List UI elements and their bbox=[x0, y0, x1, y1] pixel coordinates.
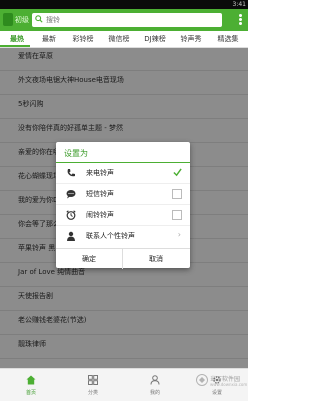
status-time: 3:41 bbox=[232, 1, 246, 8]
nav-category[interactable]: 分类 bbox=[62, 369, 124, 401]
search-icon bbox=[35, 15, 43, 23]
option-label: 短信铃声 bbox=[86, 190, 114, 198]
tab-featured[interactable]: 精选集 bbox=[210, 31, 246, 47]
watermark: 当下软件园 www.downxia.com bbox=[196, 372, 248, 396]
chevron-right-icon: › bbox=[177, 230, 181, 239]
option-label: 联系人个性铃声 bbox=[86, 232, 135, 240]
option-incoming-call[interactable]: 来电铃声 bbox=[56, 163, 190, 184]
grid-icon bbox=[88, 375, 98, 385]
nav-label: 分类 bbox=[87, 390, 98, 396]
tab-bar: 最热 最新 彩铃榜 微信榜 DJ辣榜 铃声秀 精选集 bbox=[0, 31, 248, 48]
tab-dj[interactable]: DJ辣榜 bbox=[138, 31, 172, 47]
app-bar: 初级 搜铃 bbox=[0, 9, 248, 31]
confirm-button[interactable]: 确定 bbox=[56, 249, 123, 269]
watermark-logo-icon bbox=[196, 374, 208, 386]
option-alarm[interactable]: 闹铃铃声 bbox=[56, 205, 190, 226]
watermark-subtext: www.downxia.com bbox=[210, 382, 248, 387]
user-icon bbox=[150, 375, 160, 385]
search-placeholder: 搜铃 bbox=[46, 16, 60, 24]
checkbox[interactable] bbox=[172, 210, 182, 220]
tab-wechat[interactable]: 微信榜 bbox=[102, 31, 136, 47]
search-input[interactable]: 搜铃 bbox=[32, 13, 222, 27]
tab-show[interactable]: 铃声秀 bbox=[174, 31, 208, 47]
phone-icon bbox=[67, 169, 75, 177]
overflow-menu-icon[interactable] bbox=[239, 14, 242, 26]
dialog-title: 设置为 bbox=[64, 149, 88, 158]
tab-new[interactable]: 最新 bbox=[34, 31, 64, 47]
nav-mine[interactable]: 我的 bbox=[124, 369, 186, 401]
tab-cailing[interactable]: 彩铃榜 bbox=[66, 31, 100, 47]
option-sms[interactable]: 短信铃声 bbox=[56, 184, 190, 205]
tab-indicator bbox=[0, 45, 30, 47]
alarm-icon bbox=[66, 210, 76, 220]
contact-icon bbox=[67, 231, 75, 241]
status-bar: 3:41 bbox=[0, 0, 248, 9]
option-label: 来电铃声 bbox=[86, 169, 114, 177]
checkbox[interactable] bbox=[172, 189, 182, 199]
cancel-button[interactable]: 取消 bbox=[123, 249, 189, 269]
dialog-buttons: 确定 取消 bbox=[56, 248, 190, 269]
nav-label: 首页 bbox=[25, 390, 36, 396]
option-contact[interactable]: 联系人个性铃声 › bbox=[56, 226, 190, 246]
option-label: 闹铃铃声 bbox=[86, 211, 114, 219]
set-as-dialog: 设置为 来电铃声 短信铃声 闹铃铃声 联系人个性铃声 › 确定 取消 bbox=[56, 142, 190, 269]
home-icon bbox=[26, 375, 36, 385]
app-icon-label: 初级 bbox=[15, 16, 29, 24]
app-logo-icon[interactable] bbox=[3, 13, 13, 26]
chat-icon bbox=[66, 190, 76, 199]
nav-label: 我的 bbox=[149, 390, 160, 396]
checkmark-icon[interactable] bbox=[173, 168, 182, 177]
nav-home[interactable]: 首页 bbox=[0, 369, 62, 401]
